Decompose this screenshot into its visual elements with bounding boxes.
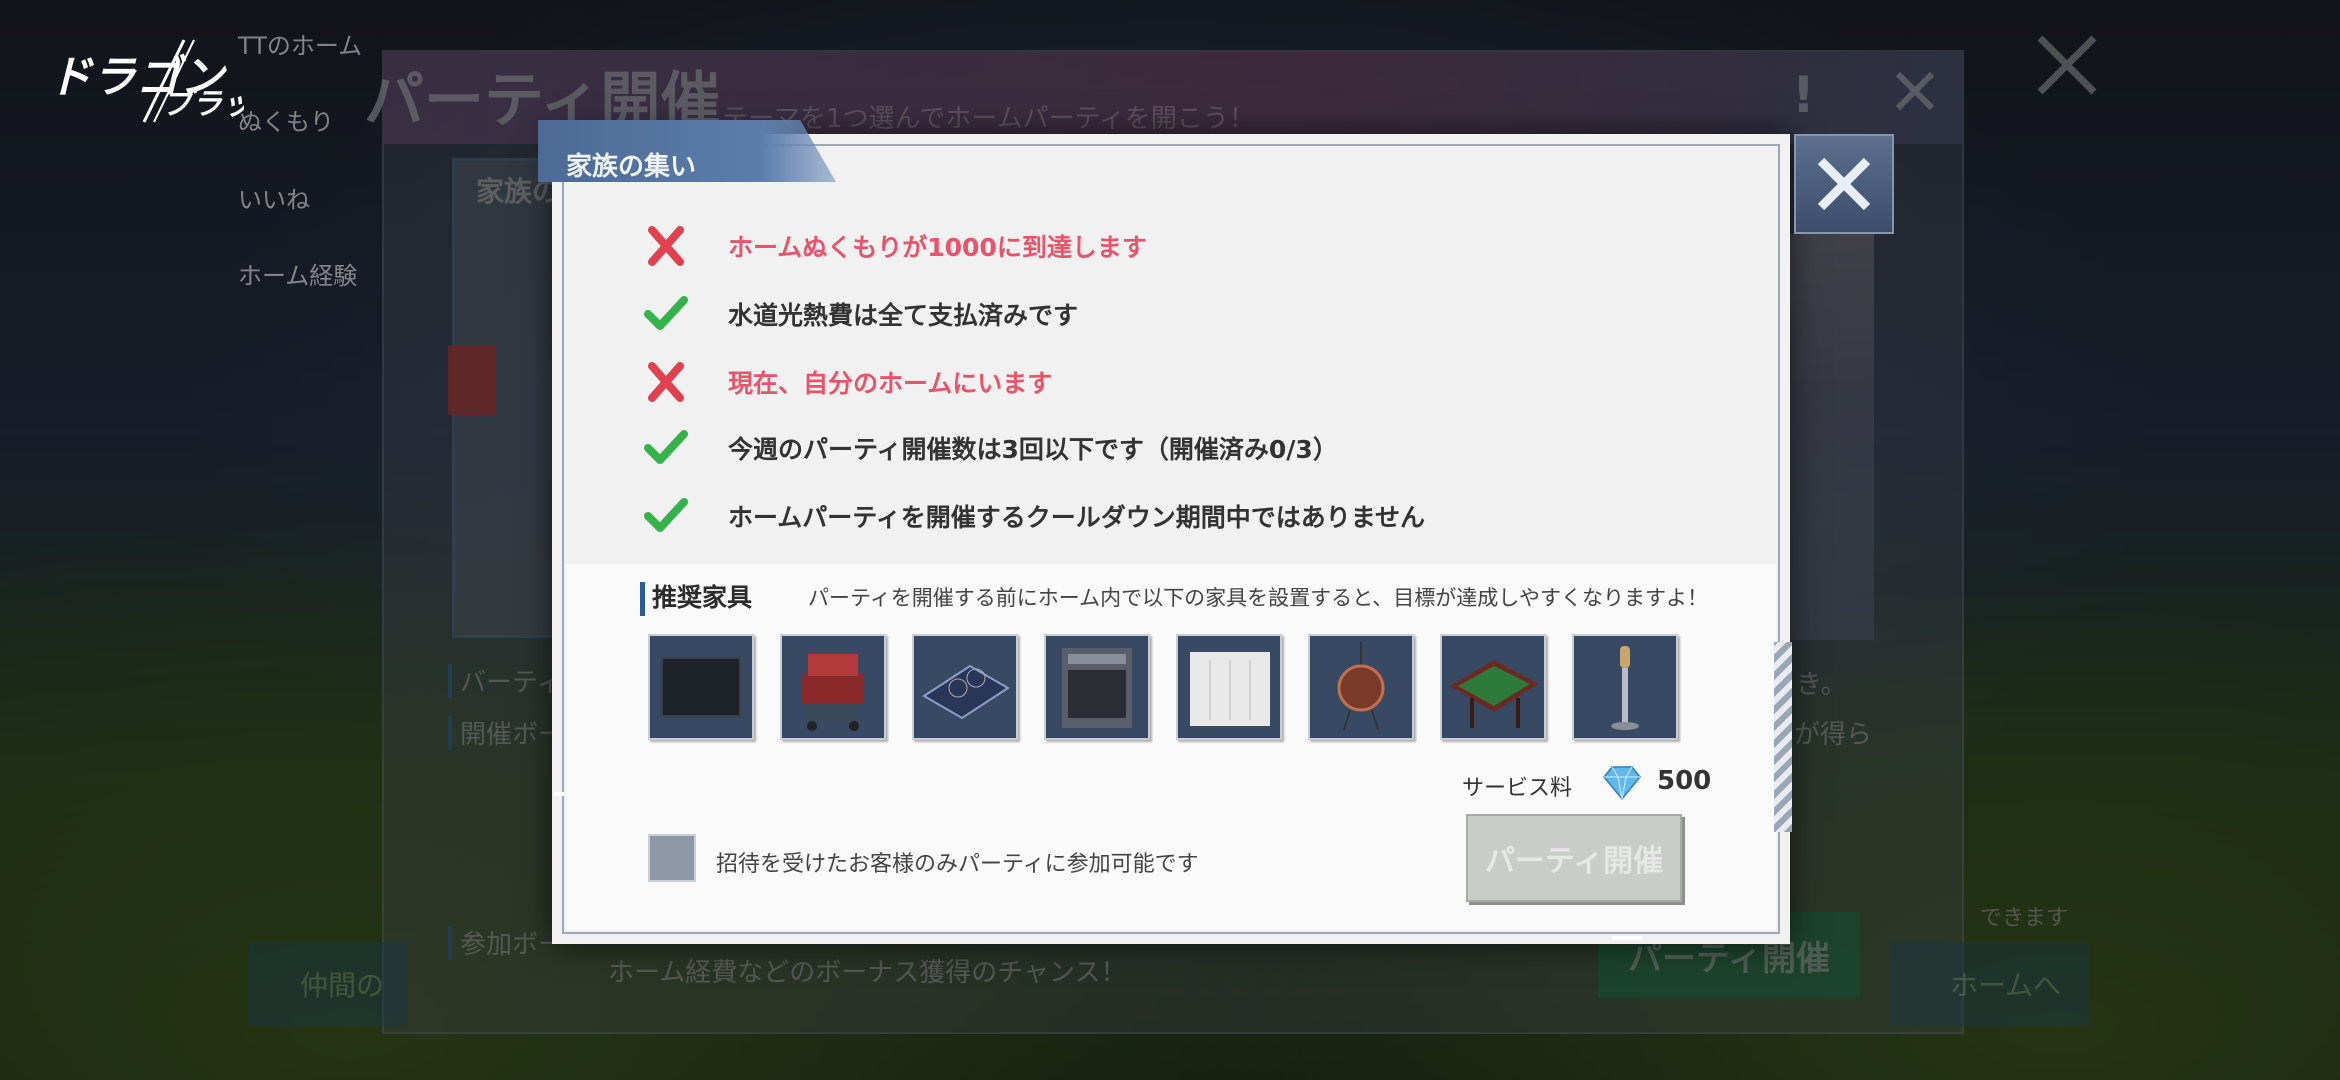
check-icon — [644, 498, 688, 532]
service-fee-label: サービス料 — [1462, 776, 1573, 801]
invite-only-checkbox[interactable] — [648, 834, 696, 882]
section-bar — [640, 582, 645, 616]
cross-icon — [648, 226, 684, 266]
check-icon — [644, 296, 688, 330]
condition-text: 今週のパーティ開催数は3回以下です（開催済み0/3） — [728, 435, 1338, 464]
condition-item: 今週のパーティ開催数は3回以下です（開催済み0/3） — [644, 426, 1338, 470]
condition-item: 現在、自分のホームにいます — [644, 360, 1052, 404]
condition-text: 現在、自分のホームにいます — [728, 369, 1053, 398]
furniture-list[interactable] — [648, 634, 1702, 744]
grill-icon[interactable] — [780, 634, 886, 740]
hanging-chair-icon[interactable] — [1308, 634, 1414, 740]
recommended-description: パーティを開催する前にホーム内で以下の家具を設置すると、目標が達成しやすくなりま… — [808, 586, 1709, 610]
tv-icon[interactable] — [648, 634, 754, 740]
induction-cooktop-icon[interactable] — [912, 634, 1018, 740]
frame-decoration — [1612, 936, 1642, 940]
condition-item: ホームパーティを開催するクールダウン期間中ではありません — [644, 494, 1425, 538]
condition-text: ホームぬくもりが1000に到達します — [728, 233, 1147, 262]
warmth-label: ぬくもり — [238, 108, 334, 136]
recommended-title: 推奨家具 — [652, 583, 753, 612]
oven-icon[interactable] — [1044, 634, 1150, 740]
condition-text: ホームパーティを開催するクールダウン期間中ではありません — [728, 503, 1426, 532]
service-fee-value: 500 — [1657, 766, 1712, 796]
microphone-stand-icon[interactable] — [1572, 634, 1678, 740]
close-icon — [1817, 157, 1871, 211]
condition-text: 水道光熱費は全て支払済みです — [728, 301, 1079, 330]
frame-decoration — [554, 792, 564, 796]
home-owner-label: TTのホーム — [238, 32, 363, 60]
scroll-indicator[interactable] — [1774, 642, 1792, 832]
condition-item: 水道光熱費は全て支払済みです — [644, 292, 1078, 336]
invite-only-label[interactable]: 招待を受けたお客様のみパーティに参加可能です — [716, 846, 1199, 878]
diamond-icon — [1603, 766, 1641, 801]
family-gathering-dialog: 家族の集い ホームぬくもりが1000に到達します 水道光熱費は全て支払済みです … — [538, 120, 1792, 944]
cross-icon — [648, 362, 684, 402]
check-icon — [644, 430, 688, 464]
svg-text:ブラッド: ブラッド — [162, 87, 244, 122]
game-logo: ドラゴン ブラッド — [48, 39, 244, 123]
screen-close-icon[interactable] — [2032, 30, 2102, 100]
host-party-button[interactable]: パーティ開催 — [1466, 814, 1682, 902]
condition-item: ホームぬくもりが1000に到達します — [644, 224, 1147, 268]
cabinet-icon[interactable] — [1176, 634, 1282, 740]
dialog-close-button[interactable] — [1794, 134, 1894, 234]
home-exp-label: ホーム経験 — [238, 262, 358, 290]
dialog-title: 家族の集い — [566, 152, 697, 182]
foosball-table-icon[interactable] — [1440, 634, 1546, 740]
likes-label: いいね — [238, 186, 310, 214]
